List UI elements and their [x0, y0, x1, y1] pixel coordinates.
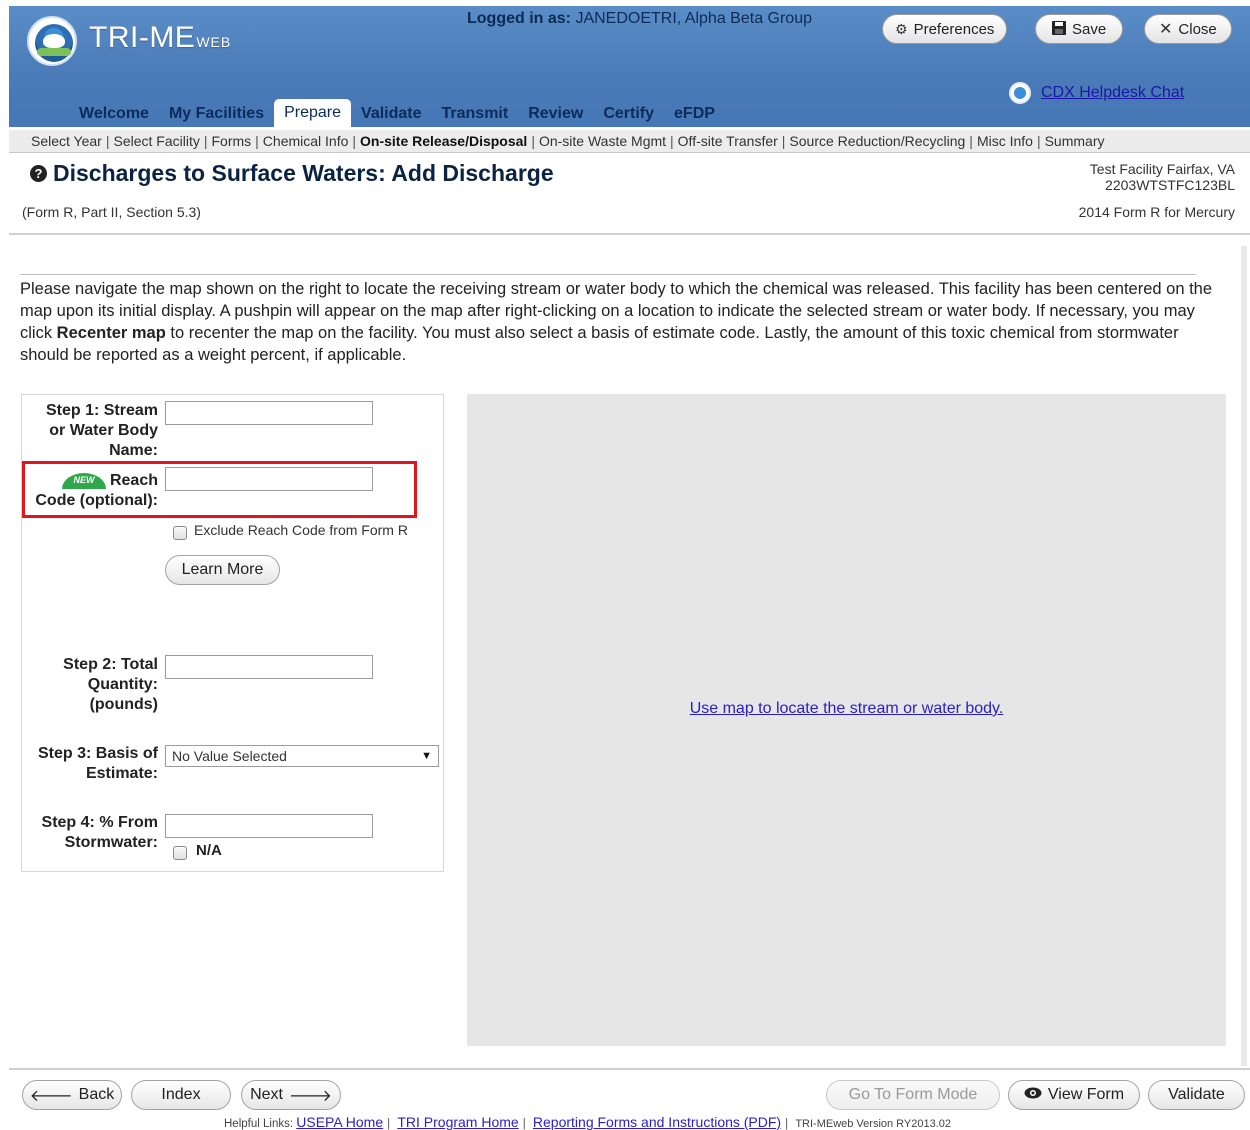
next-button[interactable]: Next 🡒: [241, 1080, 341, 1110]
logged-in-status: Logged in as: JANEDOETRI, Alpha Beta Gro…: [467, 10, 812, 28]
gear-icon: ⚙: [895, 20, 908, 37]
logged-in-user: JANEDOETRI, Alpha Beta Group: [575, 10, 812, 27]
subnav-select-facility[interactable]: Select Facility: [111, 133, 201, 149]
subnav-select-year[interactable]: Select Year: [29, 133, 104, 149]
basis-of-estimate-value: No Value Selected: [172, 748, 287, 764]
instructions-text: Please navigate the map shown on the rig…: [20, 278, 1220, 366]
chat-icon: [1009, 82, 1031, 104]
tab-welcome[interactable]: Welcome: [69, 101, 159, 127]
stream-name-input[interactable]: [165, 401, 373, 425]
tab-efdp[interactable]: eFDP: [664, 101, 725, 127]
app-header: TRI-MEWEB Logged in as: JANEDOETRI, Alph…: [9, 6, 1250, 127]
new-badge-icon: NEW: [61, 472, 106, 490]
tab-review[interactable]: Review: [518, 101, 593, 127]
arrow-left-icon: 🡐: [29, 1087, 73, 1105]
save-label: Save: [1072, 20, 1107, 38]
subnav-onsite-waste[interactable]: On-site Waste Mgmt: [537, 133, 668, 149]
usepa-home-link[interactable]: USEPA Home: [296, 1114, 383, 1130]
step3-label: Step 3: Basis of Estimate:: [37, 745, 158, 782]
helpdesk-chat[interactable]: CDX Helpdesk Chat: [1009, 82, 1184, 104]
epa-logo-icon: [27, 16, 77, 66]
stormwater-percent-input[interactable]: [165, 814, 373, 838]
step1-label: Step 1: Stream or Water Body Name:: [45, 402, 158, 459]
save-button[interactable]: Save: [1035, 14, 1124, 44]
helpful-links: Helpful Links: USEPA Home | TRI Program H…: [224, 1114, 952, 1130]
exclude-reach-code-checkbox[interactable]: [173, 526, 187, 540]
preferences-label: Preferences: [913, 20, 995, 38]
subnav-onsite-release[interactable]: On-site Release/Disposal: [358, 133, 529, 149]
divider: [9, 233, 1250, 235]
na-label: N/A: [196, 842, 222, 859]
go-to-form-mode-button[interactable]: Go To Form Mode: [826, 1080, 1000, 1110]
tri-program-home-link[interactable]: TRI Program Home: [397, 1114, 518, 1130]
help-icon[interactable]: ?: [30, 165, 47, 182]
scrollbar[interactable]: [1241, 246, 1247, 1066]
subnav-offsite-transfer[interactable]: Off-site Transfer: [676, 133, 780, 149]
exclude-reach-code-label: Exclude Reach Code from Form R: [194, 522, 408, 538]
app-title: TRI-MEWEB: [89, 20, 231, 60]
step4-label: Step 4: % From Stormwater:: [41, 814, 158, 851]
app-title-sub: WEB: [196, 34, 232, 50]
helpful-links-label: Helpful Links:: [224, 1118, 294, 1130]
form-for: 2014 Form R for Mercury: [1078, 204, 1235, 220]
subnav-chemical-info[interactable]: Chemical Info: [261, 133, 351, 149]
learn-more-button[interactable]: Learn More: [165, 555, 280, 585]
close-button[interactable]: ✕ Close: [1144, 14, 1232, 44]
map-panel[interactable]: Use map to locate the stream or water bo…: [467, 394, 1226, 1046]
validate-button[interactable]: Validate: [1148, 1080, 1245, 1110]
discharge-form-panel: Step 1: Stream or Water Body Name: NEW R…: [21, 394, 444, 872]
tab-certify[interactable]: Certify: [593, 101, 664, 127]
floppy-disk-icon: [1052, 20, 1066, 38]
view-form-button[interactable]: View Form: [1008, 1080, 1140, 1110]
tab-prepare[interactable]: Prepare: [274, 99, 352, 127]
divider: [9, 1068, 1250, 1070]
divider: [20, 274, 1196, 275]
close-icon: ✕: [1159, 21, 1173, 38]
tab-transmit[interactable]: Transmit: [432, 101, 519, 127]
subnav-misc-info[interactable]: Misc Info: [975, 133, 1035, 149]
step2-label: Step 2: Total Quantity: (pounds): [63, 656, 158, 713]
reach-code-label: NEW Reach Code (optional):: [35, 472, 158, 509]
instructions-part2: to recenter the map on the facility. You…: [20, 324, 1179, 364]
recenter-map-text: Recenter map: [56, 324, 166, 342]
version-text: TRI-MEweb Version RY2013.02: [795, 1118, 952, 1130]
section-subnav: Select Year | Select Facility | Forms | Che…: [9, 130, 1250, 153]
logged-in-label: Logged in as:: [467, 10, 571, 27]
facility-name: Test Facility Fairfax, VA: [1089, 161, 1235, 177]
form-reference: (Form R, Part II, Section 5.3): [22, 204, 201, 220]
subnav-summary[interactable]: Summary: [1043, 133, 1107, 149]
main-tabs: Welcome My Facilities Prepare Validate T…: [69, 99, 725, 127]
subnav-source-reduction[interactable]: Source Reduction/Recycling: [787, 133, 967, 149]
helpdesk-chat-link[interactable]: CDX Helpdesk Chat: [1041, 84, 1184, 102]
reporting-forms-link[interactable]: Reporting Forms and Instructions (PDF): [533, 1114, 781, 1130]
tab-validate[interactable]: Validate: [351, 101, 431, 127]
reach-code-input[interactable]: [165, 467, 373, 491]
facility-info: Test Facility Fairfax, VA 2203WTSTFC123B…: [1090, 161, 1235, 193]
arrow-right-icon: 🡒: [289, 1087, 332, 1105]
tab-my-facilities[interactable]: My Facilities: [159, 101, 274, 127]
eye-icon: [1024, 1086, 1042, 1104]
basis-of-estimate-select[interactable]: No Value Selected ▼: [165, 745, 439, 767]
page-title: Discharges to Surface Waters: Add Discha…: [53, 160, 554, 186]
subnav-forms[interactable]: Forms: [209, 133, 253, 149]
index-button[interactable]: Index: [131, 1080, 231, 1110]
dropdown-arrow-icon: ▼: [421, 750, 432, 762]
preferences-button[interactable]: ⚙ Preferences: [882, 14, 1008, 44]
use-map-link[interactable]: Use map to locate the stream or water bo…: [467, 700, 1226, 718]
facility-id: 2203WTSTFC123BL: [1105, 177, 1235, 193]
back-button[interactable]: 🡐 Back: [22, 1080, 122, 1110]
total-quantity-input[interactable]: [165, 655, 373, 679]
page-title-row: ? Discharges to Surface Waters: Add Disc…: [30, 160, 554, 187]
app-title-main: TRI-ME: [89, 21, 196, 54]
close-label: Close: [1178, 20, 1217, 38]
na-checkbox[interactable]: [173, 846, 187, 860]
